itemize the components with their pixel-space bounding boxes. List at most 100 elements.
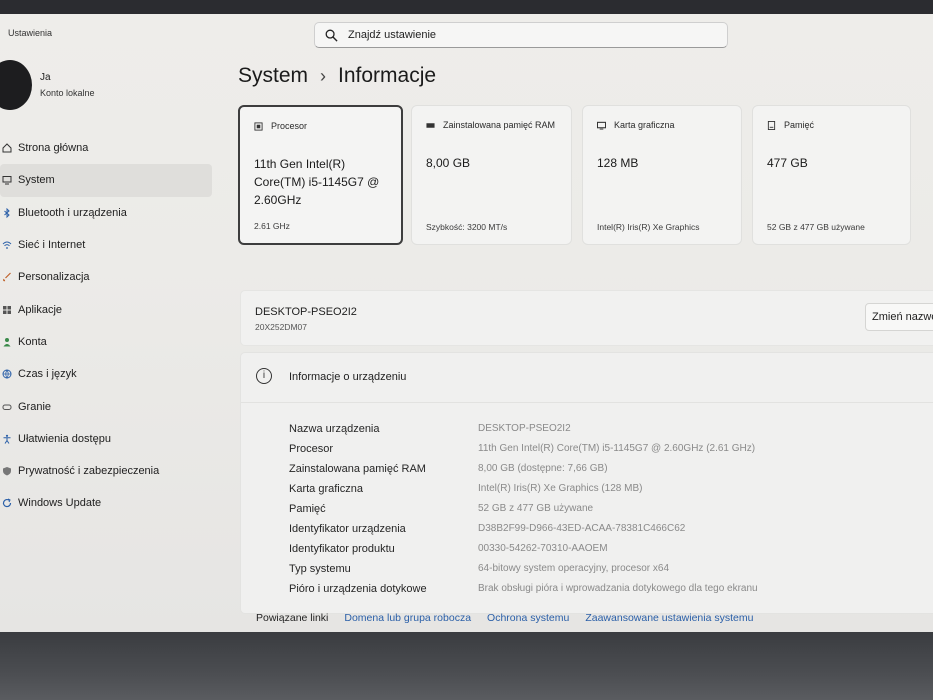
- spec-key: Karta graficzna: [289, 483, 363, 495]
- card-label: Procesor: [271, 121, 308, 131]
- sidebar-item-gaming[interactable]: Granie: [0, 390, 212, 422]
- spec-value: 11th Gen Intel(R) Core(TM) i5-1145G7 @ 2…: [478, 443, 756, 454]
- sidebar-item-windows-update[interactable]: Windows Update: [0, 487, 212, 519]
- cpu-icon: [254, 122, 263, 131]
- sidebar-item-label: System: [18, 174, 55, 187]
- card-label: Pamięć: [784, 120, 815, 130]
- accessibility-icon: [3, 434, 11, 444]
- related-links: Powiązane linki Domena lub grupa robocza…: [256, 612, 753, 624]
- gpu-icon: [597, 121, 606, 130]
- search-input[interactable]: [348, 29, 688, 41]
- sidebar-item-label: Personalizacja: [18, 271, 90, 284]
- sidebar-item-accessibility[interactable]: Ułatwienia dostępu: [0, 423, 212, 455]
- search-box[interactable]: [314, 22, 728, 48]
- sidebar-item-apps[interactable]: Aplikacje: [0, 293, 212, 325]
- home-icon: [2, 143, 12, 153]
- sidebar-item-privacy[interactable]: Prywatność i zabezpieczenia: [0, 455, 212, 487]
- spec-key: Pamięć: [289, 503, 326, 515]
- sidebar-item-label: Windows Update: [18, 497, 102, 510]
- spec-card-ram[interactable]: Zainstalowana pamięć RAM 8,00 GB Szybkoś…: [411, 105, 572, 245]
- spec-card-graphics[interactable]: Karta graficzna 128 MB Intel(R) Iris(R) …: [582, 105, 742, 245]
- sidebar-item-personalization[interactable]: Personalizacja: [0, 261, 212, 293]
- sidebar-item-label: Czas i język: [18, 368, 77, 381]
- sidebar-nav: Strona główna System Bluetooth i urządze…: [0, 132, 212, 520]
- screen-bezel-bottom: [0, 632, 933, 700]
- sidebar-item-label: Strona główna: [18, 142, 89, 155]
- card-value: 477 GB: [767, 156, 808, 170]
- shield-icon: [3, 467, 11, 476]
- window-title: Ustawienia: [8, 28, 53, 38]
- card-subtext: 52 GB z 477 GB używane: [767, 222, 865, 232]
- sidebar-item-label: Sieć i Internet: [18, 239, 86, 252]
- spec-key: Identyfikator urządzenia: [289, 523, 406, 535]
- update-icon: [2, 498, 12, 508]
- spec-value: Intel(R) Iris(R) Xe Graphics (128 MB): [478, 483, 643, 494]
- storage-icon: [767, 121, 776, 130]
- link-advanced-system-settings[interactable]: Zaawansowane ustawienia systemu: [585, 612, 753, 624]
- sidebar-item-label: Bluetooth i urządzenia: [18, 206, 127, 219]
- apps-icon: [3, 305, 11, 314]
- spec-key: Nazwa urządzenia: [289, 423, 380, 435]
- device-specs-header[interactable]: i Informacje o urządzeniu: [241, 353, 933, 403]
- wifi-icon: [2, 241, 12, 249]
- breadcrumb-system[interactable]: System: [238, 64, 308, 88]
- card-value: 8,00 GB: [426, 156, 471, 170]
- info-icon: i: [256, 368, 272, 384]
- sidebar-item-network[interactable]: Sieć i Internet: [0, 229, 212, 261]
- spec-value: 64-bitowy system operacyjny, procesor x6…: [478, 563, 670, 574]
- spec-key: Typ systemu: [289, 563, 351, 575]
- spec-key: Procesor: [289, 443, 334, 455]
- spec-key: Zainstalowana pamięć RAM: [289, 463, 426, 475]
- link-domain-workgroup[interactable]: Domena lub grupa robocza: [344, 612, 471, 624]
- device-specs-title: Informacje o urządzeniu: [289, 371, 407, 383]
- user-account-type: Konto lokalne: [40, 88, 95, 98]
- person-icon: [3, 337, 11, 347]
- sidebar-item-home[interactable]: Strona główna: [0, 132, 212, 164]
- spec-value: Brak obsługi pióra i wprowadzania dotyko…: [478, 583, 758, 594]
- card-subtext: 2.61 GHz: [254, 221, 290, 231]
- page-title: System › Informacje: [238, 64, 436, 88]
- sidebar-item-time-language[interactable]: Czas i język: [0, 358, 212, 390]
- ram-icon: [426, 123, 435, 128]
- brush-icon: [3, 272, 11, 282]
- card-subtext: Intel(R) Iris(R) Xe Graphics: [597, 222, 700, 232]
- related-links-title: Powiązane linki: [256, 612, 329, 624]
- user-name: Ja: [40, 72, 51, 83]
- link-system-protection[interactable]: Ochrona systemu: [487, 612, 569, 624]
- spec-card-processor[interactable]: Procesor 11th Gen Intel(R) Core(TM) i5-1…: [238, 105, 403, 245]
- avatar: [0, 60, 32, 110]
- spec-card-storage[interactable]: Pamięć 477 GB 52 GB z 477 GB używane: [752, 105, 911, 245]
- sidebar-item-label: Konta: [18, 335, 47, 348]
- sidebar-item-label: Ułatwienia dostępu: [18, 432, 111, 445]
- breadcrumb-separator: ›: [320, 65, 327, 86]
- device-specifications: i Informacje o urządzeniu Nazwa urządzen…: [240, 352, 933, 614]
- sidebar-item-label: Aplikacje: [18, 303, 63, 316]
- spec-value: D38B2F99-D966-43ED-ACAA-78381C466C62: [478, 523, 686, 534]
- device-name: DESKTOP-PSEO2I2: [255, 306, 357, 318]
- sidebar-item-accounts[interactable]: Konta: [0, 326, 212, 358]
- card-label: Zainstalowana pamięć RAM: [443, 120, 556, 130]
- globe-icon: [2, 369, 12, 379]
- device-name-bar: DESKTOP-PSEO2I2 20X252DM07 Zmień nazwę: [240, 290, 933, 346]
- spec-value: 00330-54262-70310-AAOEM: [478, 543, 608, 554]
- card-label: Karta graficzna: [614, 120, 675, 130]
- sidebar-item-bluetooth[interactable]: Bluetooth i urządzenia: [0, 197, 212, 229]
- card-subtext: Szybkość: 3200 MT/s: [426, 222, 508, 232]
- card-value: 11th Gen Intel(R) Core(TM) i5-1145G7 @ 2…: [254, 157, 380, 207]
- sidebar-item-system[interactable]: System: [0, 164, 212, 197]
- spec-value: 52 GB z 477 GB używane: [478, 503, 594, 514]
- spec-key: Pióro i urządzenia dotykowe: [289, 583, 427, 595]
- rename-pc-button[interactable]: Zmień nazwę: [865, 303, 933, 331]
- spec-key: Identyfikator produktu: [289, 543, 395, 555]
- settings-window: Ustawienia Ja Konto lokalne Strona główn…: [0, 14, 933, 634]
- sidebar-item-label: Prywatność i zabezpieczenia: [18, 465, 160, 478]
- spec-value: DESKTOP-PSEO2I2: [478, 423, 571, 434]
- search-icon: [325, 29, 338, 42]
- gamepad-icon: [2, 404, 12, 410]
- spec-value: 8,00 GB (dostępne: 7,66 GB): [478, 463, 608, 474]
- card-value: 128 MB: [597, 156, 639, 170]
- sidebar-item-label: Granie: [18, 400, 52, 413]
- breadcrumb-current: Informacje: [338, 64, 437, 87]
- device-model: 20X252DM07: [255, 322, 307, 332]
- bluetooth-icon: [4, 207, 10, 218]
